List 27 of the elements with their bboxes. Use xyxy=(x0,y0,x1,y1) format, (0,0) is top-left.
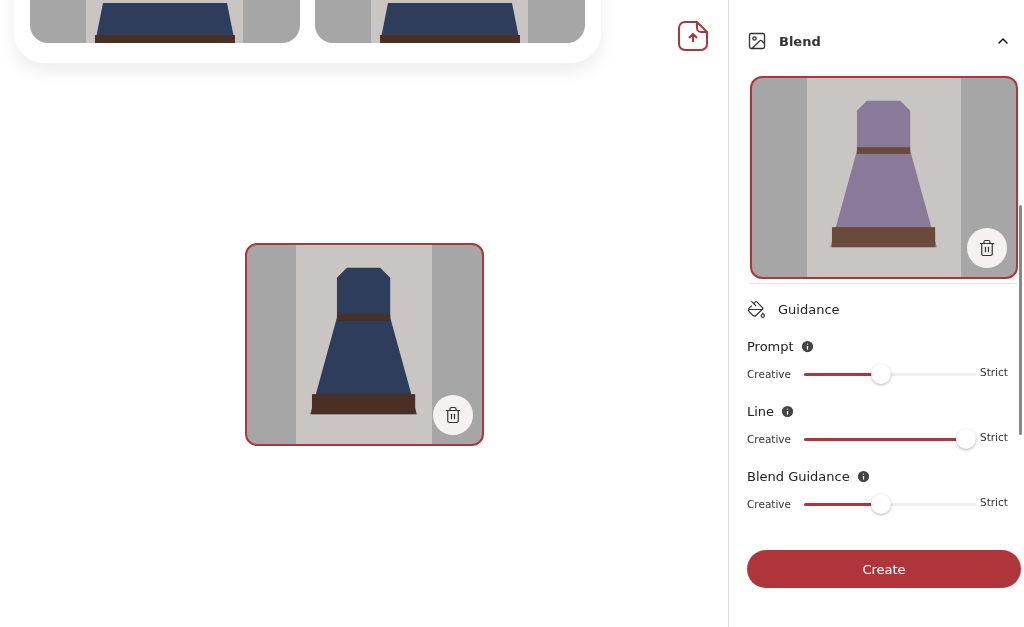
slider-label: Blend Guidance xyxy=(747,469,850,484)
max-label: Strict xyxy=(980,431,1008,443)
image-icon xyxy=(747,31,767,51)
min-label: Creative xyxy=(747,368,793,380)
info-icon[interactable] xyxy=(799,339,815,354)
max-label: Strict xyxy=(980,496,1008,508)
create-button[interactable]: Create xyxy=(747,550,1021,588)
paint-bucket-icon xyxy=(747,300,766,319)
info-icon[interactable] xyxy=(855,469,871,484)
section-title: Guidance xyxy=(778,302,840,317)
min-label: Creative xyxy=(747,498,793,510)
slider-thumb[interactable] xyxy=(956,429,976,449)
min-label: Creative xyxy=(747,433,793,445)
slider-label: Line xyxy=(747,404,775,419)
section-title: Blend xyxy=(779,33,822,49)
dress-photo[interactable] xyxy=(244,243,484,446)
delete-button[interactable] xyxy=(967,228,1007,268)
trash-icon xyxy=(978,239,996,257)
max-label: Strict xyxy=(980,366,1008,378)
dress-photo[interactable] xyxy=(750,76,1018,279)
info-icon[interactable] xyxy=(780,404,796,419)
slider-thumb[interactable] xyxy=(870,364,891,384)
trash-icon xyxy=(443,406,462,424)
slider-label: Prompt xyxy=(747,339,794,354)
slider-thumb[interactable] xyxy=(870,494,891,514)
upload-icon[interactable] xyxy=(677,20,709,52)
delete-button[interactable] xyxy=(432,395,473,435)
